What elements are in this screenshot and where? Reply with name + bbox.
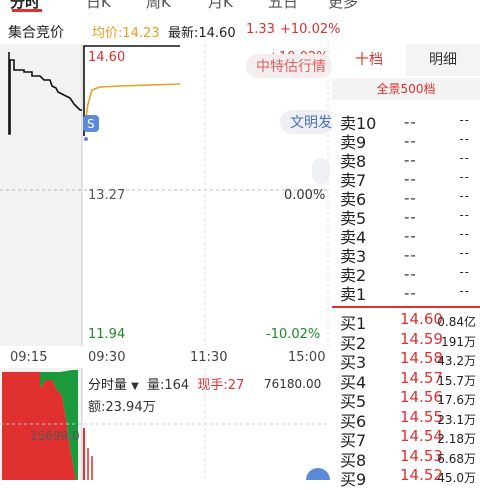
volume-amount: 额:23.94万 xyxy=(88,400,156,415)
ask-row[interactable]: 卖2 -- -- xyxy=(332,262,480,285)
price-info-bar: 集合竞价 均价:14.23 最新:14.60 1.33 +10.02% xyxy=(0,18,340,44)
bid-row[interactable]: 买8 14.53 6.68万 xyxy=(332,447,480,470)
auction-label: 集合竞价 xyxy=(8,25,64,41)
tab-daily-k[interactable]: 日K xyxy=(86,0,111,12)
level-volume: -- xyxy=(459,246,470,260)
intraday-price-chart[interactable]: S 14.60 +10.02% 13.27 0.00% 11.94 -10.02… xyxy=(0,44,330,346)
ask-row[interactable]: 卖8 -- -- xyxy=(332,148,480,171)
volume-qty: 量:164 xyxy=(147,378,190,393)
bid-row[interactable]: 买2 14.59 191万 xyxy=(332,329,480,353)
level-price: 14.59 xyxy=(400,329,443,348)
time-label: 09:15 xyxy=(10,350,48,365)
time-label: 11:30 xyxy=(190,350,228,365)
level-volume: -- xyxy=(459,227,470,241)
bid-row[interactable]: 买1 14.60 0.84亿 xyxy=(332,310,480,333)
tab-more[interactable]: 更多 xyxy=(328,0,358,12)
news-bubble[interactable]: 中特估行情 xyxy=(246,54,332,78)
level-volume: -- xyxy=(459,132,470,146)
tab-monthly-k[interactable]: 月K xyxy=(208,0,233,12)
level-volume: -- xyxy=(459,151,470,165)
ask-row[interactable]: 卖5 -- -- xyxy=(332,205,480,228)
level-label: 卖1 xyxy=(340,285,367,304)
level-volume: -- xyxy=(459,189,470,203)
y-low-label: 11.94 xyxy=(88,327,125,342)
level-volume: 43.2万 xyxy=(437,354,476,368)
time-axis: 09:15 09:30 11:30 15:00 xyxy=(0,346,330,368)
ask-row[interactable]: 卖7 -- -- xyxy=(332,167,480,190)
bid-row[interactable]: 买9 14.52 45.0万 xyxy=(332,466,480,489)
bid-row[interactable]: 买5 14.56 17.6万 xyxy=(332,388,480,411)
tab-details[interactable]: 明细 xyxy=(406,44,480,76)
tab-ten-levels[interactable]: 十档 xyxy=(332,44,406,76)
volume-legend: 分时量 ▼ 量:164 现手:27 xyxy=(88,374,244,393)
bid-row[interactable]: 买6 14.55 23.1万 xyxy=(332,408,480,431)
ask-row[interactable]: 卖1 -- -- xyxy=(332,281,480,304)
bid-row[interactable]: 买7 14.54 2.18万 xyxy=(332,427,480,450)
time-label: 15:00 xyxy=(288,350,326,365)
volume-indicator-select[interactable]: 分时量 ▼ xyxy=(88,378,139,393)
latest-price: 最新:14.60 xyxy=(168,26,236,41)
time-label: 09:30 xyxy=(88,350,126,365)
signal-marker-label: S xyxy=(87,117,95,131)
volume-left-value: 15699.0 xyxy=(30,429,80,443)
level-volume: -- xyxy=(459,170,470,184)
price-change: 1.33 xyxy=(246,22,275,37)
tab-weekly-k[interactable]: 周K xyxy=(146,0,171,12)
bid-row[interactable]: 买4 14.57 15.7万 xyxy=(332,369,480,392)
volume-now: 现手:27 xyxy=(197,378,245,393)
tab-five-day[interactable]: 五日 xyxy=(268,0,298,12)
y-low-pct-label: -10.02% xyxy=(266,327,320,342)
chart-tabs: 分时 日K 周K 月K 五日 更多 xyxy=(0,0,480,12)
level-label: 买9 xyxy=(340,470,367,489)
level-volume: 45.0万 xyxy=(437,471,476,485)
news-bubble-text: 中特估行情 xyxy=(256,59,326,75)
y-mid-label: 13.27 xyxy=(88,188,125,203)
floating-action-icon[interactable] xyxy=(306,468,330,480)
level-price: -- xyxy=(404,284,417,302)
volume-right-value: 76180.00 xyxy=(264,377,321,391)
level-volume: -- xyxy=(459,208,470,222)
level-volume: 191万 xyxy=(441,334,476,349)
active-tab-indicator xyxy=(12,9,42,12)
ask-bid-separator xyxy=(332,306,480,308)
chevron-down-icon: ▼ xyxy=(131,381,139,392)
news-bubble[interactable] xyxy=(312,158,330,184)
y-high-label: 14.60 xyxy=(88,50,125,65)
level-volume: -- xyxy=(459,265,470,279)
ask-row[interactable]: 卖6 -- -- xyxy=(332,186,480,209)
order-book-tabs: 十档 明细 xyxy=(332,44,480,76)
level-volume: -- xyxy=(459,284,470,298)
level-volume: 2.18万 xyxy=(437,432,476,446)
order-book-panel: 十档 明细 全景500档 卖10 -- -- 卖9 -- -- 卖8 -- -- 卖7 -- -- 卖6… xyxy=(332,44,480,489)
level-volume: 17.6万 xyxy=(437,393,476,407)
signal-dot xyxy=(84,137,88,141)
level-volume: -- xyxy=(459,113,470,127)
level-volume: 0.84亿 xyxy=(437,315,476,329)
level-volume: 23.1万 xyxy=(437,412,476,427)
avg-price: 均价:14.23 xyxy=(92,26,160,41)
ask-row[interactable]: 卖3 -- -- xyxy=(332,243,480,266)
bid-row[interactable]: 买3 14.58 43.2万 xyxy=(332,349,480,372)
level-volume: 15.7万 xyxy=(437,373,476,388)
y-mid-pct-label: 0.00% xyxy=(284,188,325,203)
volume-indicator-label: 分时量 xyxy=(88,378,128,393)
ask-row[interactable]: 卖4 -- -- xyxy=(332,224,480,247)
ask-row[interactable]: 卖10 -- -- xyxy=(332,110,480,133)
ask-row[interactable]: 卖9 -- -- xyxy=(332,129,480,152)
panorama-500-button[interactable]: 全景500档 xyxy=(332,78,480,100)
news-bubble[interactable]: 文明发 xyxy=(280,110,334,134)
price-change-pct: +10.02% xyxy=(280,22,341,37)
news-bubble-text: 文明发 xyxy=(290,115,332,131)
level-volume: 6.68万 xyxy=(437,451,476,466)
auction-area xyxy=(0,44,82,346)
